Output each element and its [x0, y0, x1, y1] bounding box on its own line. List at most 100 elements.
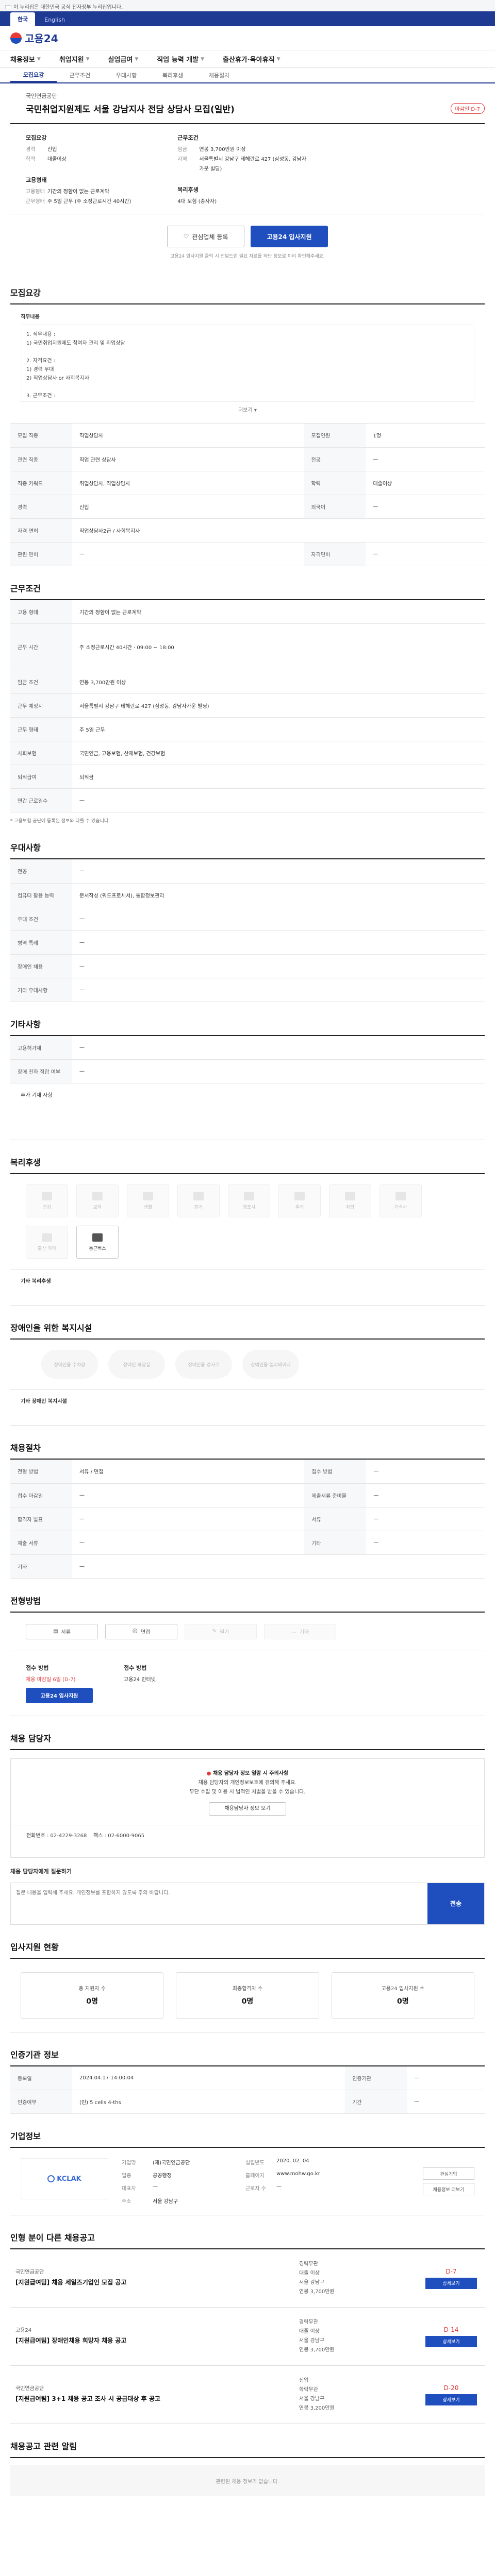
table-cell: — — [72, 859, 485, 884]
nav-leave[interactable]: 출산휴가·육아휴직 ▼ — [223, 54, 280, 64]
table-cell: — — [407, 2090, 485, 2114]
recruiter-box: ● 채용 담당자 정보 열람 시 주의사항 채용 담당자의 개인정보보호에 유의… — [10, 1758, 485, 1858]
etc-free-text: 추가 기재 사항 — [10, 1083, 485, 1140]
stat-final: 최종합격자 수 0명 — [176, 1972, 319, 2019]
benefit-living: 생활 — [127, 1184, 169, 1217]
table-header: 병역 특례 — [10, 930, 72, 955]
company-name[interactable]: 국민연금공단 — [26, 92, 485, 100]
tab-benefits[interactable]: 복리후생 — [150, 68, 196, 82]
stat-total: 총 지원자 수 0명 — [21, 1972, 164, 2019]
list-item[interactable]: 국민연금공단 [지원급여팀] 채용 세일즈기업인 모집 공고 경력무관 대졸 이상 서… — [10, 2249, 485, 2308]
table-header: 임금 조건 — [10, 670, 72, 694]
facility-restroom: 장애인 화장실 — [108, 1350, 165, 1379]
logo-icon — [10, 32, 22, 44]
table-cell: — — [72, 788, 485, 812]
tab-preference[interactable]: 우대사항 — [103, 68, 150, 82]
table-header: 제출서류 준비물 — [304, 1483, 367, 1507]
recruit-table: 모집 직종 직업상담사 모집인원 1명 관련 직종 직업 관련 상담사 전공 — 직종 키워… — [10, 423, 485, 566]
apply-button-2[interactable]: 고용24 입사지원 — [26, 1687, 93, 1703]
send-button[interactable]: 전송 — [427, 1883, 484, 1924]
tab-conditions[interactable]: 근무조건 — [57, 68, 103, 82]
selection-steps: ▤ 서류 ☺ 면접 ✎ 필기 … 기타 — [10, 1613, 485, 1651]
benefit-health: 건강 — [26, 1184, 68, 1217]
table-header: 근무 형태 — [10, 717, 72, 741]
table-header: 전형 방법 — [10, 1460, 72, 1484]
chevron-down-icon: ▼ — [201, 56, 205, 62]
living-icon — [143, 1192, 153, 1200]
preference-table: 전공 — 컴퓨터 활용 능력 문서작성 (워드프로세서), 통합정보관리 우대 조건… — [10, 859, 485, 1002]
list-item[interactable]: 국민연금공단 [지원급여팀] 3+1 채용 공고 조사 시 공급대상 후 공고 신… — [10, 2366, 485, 2424]
benefit-housing: 주거 — [278, 1184, 321, 1217]
job-summary: 모집요강 경력 신입 학력 대졸이상 고용형태 고용형태 기간의 정함이 없는 근로계… — [10, 123, 485, 214]
detail-button[interactable]: 상세보기 — [425, 2277, 477, 2289]
table-cell: — — [72, 1507, 305, 1531]
header: 고용24 — [0, 26, 495, 50]
section-title: 채용절차 — [10, 1441, 485, 1460]
table-header: 고용허가제 — [10, 1036, 72, 1060]
recruiter-phone: 전화번호 : 02-4229-3268 — [26, 1833, 87, 1839]
nav-training[interactable]: 직업 능력 개발 ▼ — [157, 54, 204, 64]
summary-value: 4대 보험 (종사자) — [177, 199, 217, 205]
table-header: 자격면허 — [304, 542, 366, 566]
benefit-icons: 건강 교육 생활 휴가 경조사 주거 차량 기숙사 출산 육아 통근버스 — [10, 1174, 485, 1269]
description-text: 1. 직무내용 : 1) 국민취업지원제도 참여자 관리 및 취업상담 2. 자… — [21, 325, 474, 402]
table-header: 퇴직급여 — [10, 765, 72, 789]
scrap-button[interactable]: ♡ 관심업체 등록 — [167, 226, 244, 247]
benefit-shuttle: 통근버스 — [76, 1226, 119, 1259]
pencil-icon: ✎ — [212, 1629, 217, 1634]
table-cell: — — [72, 1059, 485, 1083]
alert-icon: ● — [206, 1770, 211, 1776]
apply-way: 고용24 인터넷 — [124, 1676, 156, 1683]
summary-key: 경력 — [26, 147, 36, 152]
table-header: 외국어 — [304, 495, 366, 519]
apply-button[interactable]: 고용24 입사지원 — [251, 226, 328, 247]
detail-button[interactable]: 상세보기 — [425, 2335, 477, 2347]
table-cell: — — [72, 1554, 485, 1579]
apply-notice: 고용24 입사지원 클릭 시 전달드린 필요 자료를 하단 정보로 미리 확인해… — [170, 254, 325, 259]
site-logo[interactable]: 고용24 — [10, 30, 58, 45]
summary-heading: 고용형태 — [26, 177, 47, 183]
apply-heading: 접수 방법 — [124, 1664, 147, 1671]
tab-process[interactable]: 채용절차 — [196, 68, 242, 82]
detail-button[interactable]: 상세보기 — [425, 2394, 477, 2405]
facility-elevator: 장애인용 엘리베이터 — [242, 1350, 299, 1379]
apply-stats: 총 지원자 수 0명 최종합격자 수 0명 고용24 입사지원 수 0명 — [10, 1959, 485, 2032]
more-button[interactable]: 더보기 ▾ — [21, 402, 474, 415]
chevron-down-icon: ▼ — [276, 56, 280, 62]
company-jobs-button[interactable]: 채용정보 더보기 — [423, 2183, 474, 2195]
nav-support[interactable]: 취업지원 ▼ — [59, 54, 90, 64]
table-cell: — — [366, 1460, 485, 1484]
dots-icon: … — [291, 1629, 296, 1634]
nav-benefits[interactable]: 실업급여 ▼ — [108, 54, 139, 64]
follow-company-button[interactable]: 관심기업 — [423, 2167, 474, 2180]
section-title: 기업정보 — [10, 2129, 485, 2148]
main-nav: 채용정보 ▼ 취업지원 ▼ 실업급여 ▼ 직업 능력 개발 ▼ 출산휴가·육아휴직 ▼ — [0, 50, 495, 68]
gift-icon — [244, 1192, 254, 1200]
facility-etc: 기타 장애인 복지시설 — [10, 1389, 485, 1426]
table-header: 고용 형태 — [10, 600, 72, 624]
table-header: 기타 — [304, 1531, 367, 1555]
lang-english[interactable]: English — [37, 14, 72, 26]
summary-heading: 근무조건 — [177, 134, 199, 141]
section-tabs: 모집요강 근무조건 우대사항 복리후생 채용절차 — [0, 68, 495, 83]
table-cell: — — [366, 447, 485, 471]
deadline-text: 채용 마감일 6일 (D-7) — [26, 1676, 76, 1683]
table-cell: — — [407, 2066, 485, 2090]
question-input[interactable] — [11, 1883, 427, 1924]
list-item[interactable]: 고용24 [지원급여팀] 장애인채용 희망자 채용 공고 경력무관 대졸 이상 서울 … — [10, 2308, 485, 2366]
empty-state: 관련된 채용 정보가 없습니다. — [10, 2465, 485, 2496]
process-table: 전형 방법 서류 / 면접 접수 방법 — 접수 마감일 — 제출서류 준비물 — 합격자 … — [10, 1460, 485, 1579]
benefit-vacation: 휴가 — [177, 1184, 220, 1217]
section-title: 장애인을 위한 복지시설 — [10, 1321, 485, 1340]
building-icon — [395, 1192, 406, 1200]
step-document: ▤ 서류 — [26, 1623, 98, 1639]
nav-jobs[interactable]: 채용정보 ▼ — [10, 54, 41, 64]
warning-text: 무단 수집 및 이용 시 법적인 처벌을 받을 수 있습니다. — [189, 1789, 306, 1795]
table-cell: (인) 5 cells 4-ths — [72, 2090, 345, 2114]
tab-recruit[interactable]: 모집요강 — [10, 68, 57, 82]
table-cell: 2024.04.17 14:00:04 — [72, 2066, 345, 2090]
table-cell: 연봉 3,700만원 이상 — [72, 670, 485, 694]
show-recruiter-button[interactable]: 채용담당자 정보 보기 — [209, 1802, 286, 1816]
chevron-down-icon: ▼ — [86, 56, 90, 62]
lang-korean[interactable]: 한국 — [10, 12, 36, 26]
